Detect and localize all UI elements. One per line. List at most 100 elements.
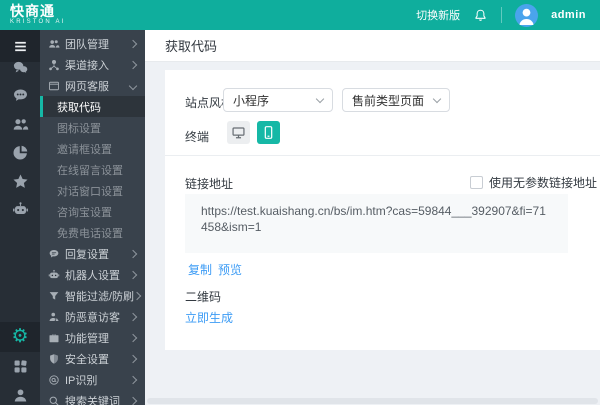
- sidebar-menu: 团队管理渠道接入网页客服获取代码图标设置邀请框设置在线留言设置对话窗口设置咨询宝…: [40, 30, 145, 405]
- contacts-icon: [12, 116, 29, 133]
- channel-icon: [47, 58, 60, 71]
- sidebar-item[interactable]: 智能过滤/防刷: [40, 285, 145, 306]
- settings-icon: ⚙: [11, 327, 28, 347]
- sidebar-subitem-label: 获取代码: [57, 99, 101, 115]
- brand-subtitle: KRISTON AI: [10, 18, 66, 26]
- sidebar-item[interactable]: 渠道接入: [40, 54, 145, 75]
- icon-rail: ⚙: [0, 30, 40, 405]
- terminal-pc-button[interactable]: [227, 121, 250, 144]
- chevron-right-icon: [129, 249, 137, 257]
- sidebar-subitem-label: 对话窗口设置: [57, 183, 123, 199]
- terminal-label: 终端: [185, 128, 209, 145]
- wechat-icon: [12, 59, 29, 76]
- stats-icon: [12, 144, 29, 161]
- main-content: 获取代码 站点风格 小程序 售前类型页面 终端: [145, 30, 600, 405]
- switch-version-link[interactable]: 切换新版: [416, 7, 460, 23]
- get-code-panel: 站点风格 小程序 售前类型页面 终端: [165, 70, 600, 350]
- sidebar-item-label: 渠道接入: [65, 57, 109, 73]
- keyword-icon: [47, 394, 60, 405]
- checkbox-box-icon[interactable]: [470, 176, 483, 189]
- chevron-right-icon: [129, 396, 137, 404]
- qrcode-label: 二维码: [185, 288, 221, 305]
- horizontal-scrollbar[interactable]: [147, 398, 598, 404]
- sidebar-subitem[interactable]: 咨询宝设置: [40, 201, 145, 222]
- sidebar-item[interactable]: 网页客服: [40, 75, 145, 96]
- chevron-right-icon: [129, 354, 137, 362]
- sidebar-item[interactable]: 团队管理: [40, 33, 145, 54]
- sidebar-item-label: 防恶意访客: [65, 309, 120, 325]
- chevron-right-icon: [129, 375, 137, 383]
- site-style-select[interactable]: 小程序: [223, 88, 333, 112]
- sidebar-item[interactable]: 搜索关键词: [40, 390, 145, 405]
- user-avatar[interactable]: [515, 4, 538, 27]
- chat-icon: [12, 87, 29, 104]
- webchat-icon: [47, 79, 60, 92]
- page-type-value: 售前类型页面: [352, 92, 424, 109]
- site-style-value: 小程序: [233, 92, 269, 109]
- sidebar-subitem-label: 图标设置: [57, 120, 101, 136]
- page-type-select[interactable]: 售前类型页面: [342, 88, 450, 112]
- iconbar-stats[interactable]: [0, 138, 40, 166]
- link-address-label: 链接地址: [185, 175, 233, 192]
- link-url-box: https://test.kuaishang.cn/bs/im.htm?cas=…: [185, 194, 568, 253]
- sidebar-subitem[interactable]: 对话窗口设置: [40, 180, 145, 201]
- iconbar-apps[interactable]: [0, 352, 40, 380]
- iconbar-robot[interactable]: [0, 195, 40, 223]
- sidebar-subitem[interactable]: 图标设置: [40, 117, 145, 138]
- team-icon: [47, 37, 60, 50]
- iconbar-settings[interactable]: ⚙: [0, 322, 40, 352]
- page-title-bar: 获取代码: [145, 30, 600, 62]
- chevron-right-icon: [129, 270, 137, 278]
- iconbar-chat[interactable]: [0, 81, 40, 109]
- sidebar-item[interactable]: 安全设置: [40, 348, 145, 369]
- monitor-icon: [231, 125, 246, 140]
- generate-qrcode-link[interactable]: 立即生成: [185, 309, 233, 326]
- sidebar-item[interactable]: IP识别: [40, 369, 145, 390]
- visitor-icon: [47, 310, 60, 323]
- features-icon: [47, 331, 60, 344]
- username-label[interactable]: admin: [551, 9, 586, 21]
- chevron-down-icon: [433, 95, 441, 103]
- sidebar-subitem-label: 邀请框设置: [57, 141, 112, 157]
- iconbar-wechat[interactable]: [0, 53, 40, 81]
- iconbar-profile[interactable]: [0, 381, 40, 405]
- sidebar-item-label: 网页客服: [65, 78, 109, 94]
- brand-logo[interactable]: 快商通 KRISTON AI: [10, 4, 66, 26]
- robot-icon: [12, 201, 29, 218]
- notification-bell-icon[interactable]: [473, 8, 488, 23]
- preview-link[interactable]: 预览: [218, 261, 242, 278]
- robot-icon: [47, 268, 60, 281]
- iconbar-favorites[interactable]: [0, 167, 40, 195]
- sidebar-subitem[interactable]: 邀请框设置: [40, 138, 145, 159]
- sidebar-item[interactable]: 机器人设置: [40, 264, 145, 285]
- page-title: 获取代码: [165, 36, 217, 55]
- sidebar-item-label: 搜索关键词: [65, 393, 120, 405]
- no-param-checkbox[interactable]: 使用无参数链接地址: [470, 174, 597, 191]
- sidebar-subitem[interactable]: 免费电话设置: [40, 222, 145, 243]
- menu-toggle-icon: [12, 38, 29, 55]
- sidebar-subitem[interactable]: 在线留言设置: [40, 159, 145, 180]
- sidebar-item[interactable]: 功能管理: [40, 327, 145, 348]
- ip-icon: [47, 373, 60, 386]
- chevron-right-icon: [129, 39, 137, 47]
- sidebar-item[interactable]: 回复设置: [40, 243, 145, 264]
- filter-icon: [47, 289, 60, 302]
- sidebar-item-label: 机器人设置: [65, 267, 120, 283]
- copy-link[interactable]: 复制: [188, 261, 212, 278]
- sidebar-item-label: IP识别: [65, 372, 97, 388]
- header-divider: [501, 7, 502, 23]
- terminal-mobile-button[interactable]: [257, 121, 280, 144]
- sidebar-item-label: 回复设置: [65, 246, 109, 262]
- iconbar-contacts[interactable]: [0, 110, 40, 138]
- chevron-down-icon: [316, 95, 324, 103]
- sidebar-item-label: 团队管理: [65, 36, 109, 52]
- header-actions: 切换新版 admin: [416, 0, 586, 30]
- brand-title: 快商通: [10, 4, 66, 18]
- chevron-right-icon: [129, 333, 137, 341]
- smartphone-icon: [261, 125, 276, 140]
- sidebar-subitem-label: 免费电话设置: [57, 225, 123, 241]
- chevron-right-icon: [133, 291, 141, 299]
- sidebar-subitem-label: 咨询宝设置: [57, 204, 112, 220]
- sidebar-item[interactable]: 防恶意访客: [40, 306, 145, 327]
- sidebar-subitem[interactable]: 获取代码: [40, 96, 145, 117]
